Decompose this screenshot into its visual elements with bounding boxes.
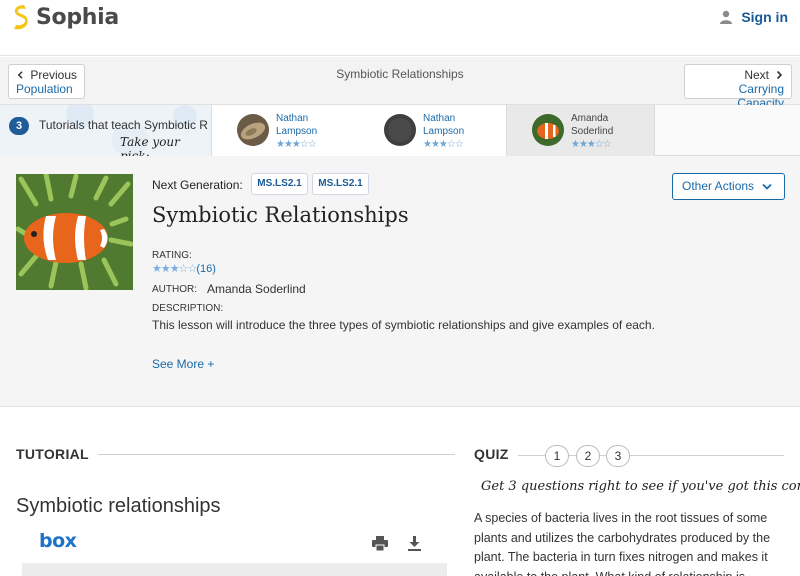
- tutorial-author-link[interactable]: Amanda Soderlind: [571, 112, 641, 138]
- chevron-right-icon: [776, 70, 783, 80]
- tutorial-rating-stars: ★★★☆☆: [423, 139, 464, 150]
- see-more-link[interactable]: See More +: [152, 357, 214, 371]
- tutorials-strip-text: Tutorials that teach Symbiotic R: [39, 118, 208, 132]
- other-actions-button[interactable]: Other Actions: [672, 173, 785, 200]
- sign-in-label: Sign in: [741, 9, 788, 25]
- download-icon[interactable]: [408, 536, 421, 551]
- box-logo: box: [39, 530, 77, 552]
- author-name: Amanda Soderlind: [207, 282, 306, 296]
- nav-title: Symbiotic Relationships: [336, 67, 464, 81]
- other-actions-label: Other Actions: [682, 179, 755, 193]
- quiz-question-text: A species of bacteria lives in the root …: [474, 511, 771, 576]
- rating-row[interactable]: ★★★☆☆(16): [152, 262, 216, 275]
- print-icon[interactable]: [372, 536, 388, 551]
- lesson-nav-bar: Previous Population Symbiotic Relationsh…: [0, 57, 800, 110]
- rating-label: RATING:: [152, 250, 192, 261]
- tutorials-strip-label: 3 Tutorials that teach Symbiotic R Take …: [0, 105, 212, 156]
- sophia-logo[interactable]: Sophia: [10, 4, 119, 30]
- tutorial-rating-stars: ★★★☆☆: [571, 139, 612, 150]
- logo-text: Sophia: [36, 4, 119, 30]
- quiz-question-1[interactable]: 1: [545, 445, 569, 467]
- tutorial-heading: Symbiotic relationships: [16, 495, 221, 517]
- document-viewer-toolbar: box: [22, 525, 447, 563]
- take-your-pick-text: Take your pick:: [120, 135, 180, 156]
- next-label: Next: [744, 68, 769, 82]
- ngss-standard-tag[interactable]: MS.LS2.1: [251, 173, 308, 195]
- chevron-down-icon: [762, 183, 772, 190]
- ngss-standard-tag[interactable]: MS.LS2.1: [312, 173, 369, 195]
- sophia-logo-icon: [14, 5, 28, 30]
- document-preview[interactable]: [22, 563, 447, 576]
- tutorial-card[interactable]: Nathan Lampson ★★★☆☆: [212, 105, 360, 156]
- quiz-question-2[interactable]: 2: [576, 445, 600, 467]
- site-header: Sophia Sign in: [0, 0, 800, 56]
- lesson-image: [16, 174, 133, 290]
- tutorial-thumbnail: [384, 114, 416, 146]
- tutorial-author-link[interactable]: Nathan Lampson: [276, 112, 346, 138]
- rating-count: (16): [196, 263, 216, 275]
- tutorial-rating-stars: ★★★☆☆: [276, 139, 317, 150]
- tutorial-author-link[interactable]: Nathan Lampson: [423, 112, 493, 138]
- description-label: DESCRIPTION:: [152, 303, 224, 314]
- tutorial-divider: [98, 454, 455, 455]
- sign-in-link[interactable]: Sign in: [719, 9, 788, 25]
- quiz-tagline: Get 3 questions right to see if you've g…: [481, 479, 800, 494]
- tutorials-strip: 3 Tutorials that teach Symbiotic R Take …: [0, 105, 800, 156]
- tutorial-card-selected[interactable]: Amanda Soderlind ★★★☆☆: [507, 105, 655, 156]
- ngss-label: Next Generation:: [152, 178, 243, 192]
- author-label: AUTHOR:: [152, 284, 197, 295]
- tutorial-count-badge: 3: [9, 117, 29, 135]
- rating-stars: ★★★☆☆: [152, 263, 197, 275]
- previous-lesson-link[interactable]: Population: [16, 82, 77, 96]
- tutorial-thumbnail: [532, 114, 564, 146]
- user-icon: [720, 10, 733, 24]
- lesson-details: Next Generation: MS.LS2.1 MS.LS2.1 Other…: [0, 156, 800, 407]
- tutorial-section-title: TUTORIAL: [16, 446, 89, 462]
- lesson-description: This lesson will introduce the three typ…: [152, 318, 655, 332]
- lesson-title: Symbiotic Relationships: [152, 203, 409, 227]
- quiz-question-3[interactable]: 3: [606, 445, 630, 467]
- next-button[interactable]: Next Carrying Capacity: [684, 64, 792, 110]
- quiz-section-title: QUIZ: [474, 446, 509, 462]
- tutorial-thumbnail: [237, 114, 269, 146]
- tutorial-card[interactable]: Nathan Lampson ★★★☆☆: [359, 105, 507, 156]
